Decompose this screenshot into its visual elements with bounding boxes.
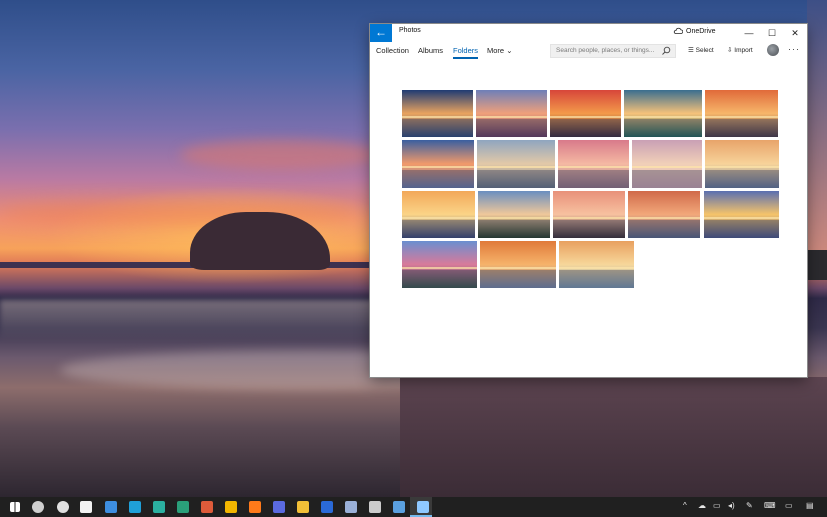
powershell-icon[interactable] — [321, 501, 333, 513]
maximize-icon: ☐ — [767, 28, 777, 38]
photo-thumbnail[interactable] — [550, 90, 621, 137]
tab-more[interactable]: More ⌄ — [487, 46, 512, 55]
photo-thumbnail[interactable] — [402, 140, 474, 188]
photo-thumbnail[interactable] — [705, 90, 778, 137]
back-button[interactable]: ← — [370, 24, 392, 42]
onedrive-status[interactable]: OneDrive — [673, 27, 716, 35]
minimize-button[interactable]: — — [737, 25, 761, 41]
title-bar[interactable]: ← Photos OneDrive — ☐ ✕ — [370, 24, 807, 42]
firefox-nightly-icon[interactable] — [273, 501, 285, 513]
select-list-icon: ☰ — [688, 47, 694, 54]
tab-more-label: More — [487, 46, 505, 55]
photo-thumbnail[interactable] — [477, 140, 555, 188]
wallpaper-cloud — [180, 140, 380, 170]
photo-thumbnail[interactable] — [478, 191, 550, 238]
phone-icon[interactable] — [105, 501, 117, 513]
network-icon[interactable]: ▭ — [713, 501, 721, 510]
wallpaper-wave — [0, 300, 420, 340]
edge-dev-icon[interactable] — [177, 501, 189, 513]
select-label: Select — [695, 47, 714, 54]
photo-thumbnail[interactable] — [402, 191, 475, 238]
close-button[interactable]: ✕ — [783, 25, 807, 41]
notification-icon[interactable]: ▤ — [806, 501, 814, 510]
select-button[interactable]: ☰ Select — [688, 46, 714, 54]
back-arrow-icon: ← — [375, 25, 387, 39]
photo-thumbnail[interactable] — [553, 191, 625, 238]
photo-thumbnail[interactable] — [559, 241, 634, 288]
maximize-button[interactable]: ☐ — [760, 25, 784, 41]
chrome-icon[interactable] — [201, 501, 213, 513]
photo-thumbnail[interactable] — [624, 90, 702, 137]
task-view-icon[interactable] — [32, 501, 44, 513]
app-title: Photos — [399, 27, 421, 34]
import-button[interactable]: ⇩ Import — [727, 46, 753, 54]
tab-folders[interactable]: Folders — [453, 46, 479, 59]
photo-thumbnail[interactable] — [480, 241, 556, 288]
photos-icon[interactable] — [393, 501, 405, 513]
volume-icon[interactable]: ◂) — [728, 501, 735, 510]
search-placeholder: Search people, places, or things... — [556, 47, 655, 54]
notepad-icon[interactable] — [345, 501, 357, 513]
more-options-icon[interactable]: ··· — [788, 44, 800, 54]
windows-start-icon[interactable] — [10, 502, 20, 512]
import-icon: ⇩ — [727, 47, 733, 54]
photo-thumbnail[interactable] — [704, 191, 779, 238]
cloud-icon — [673, 27, 683, 34]
photo-thumbnail[interactable] — [476, 90, 547, 137]
tab-albums[interactable]: Albums — [418, 46, 443, 55]
photo-thumbnail[interactable] — [632, 140, 702, 188]
chevron-up-icon[interactable]: ^ — [683, 501, 687, 510]
onedrive-taskbar-icon[interactable] — [417, 501, 429, 513]
photo-thumbnail[interactable] — [402, 90, 473, 137]
import-label: Import — [734, 47, 753, 54]
keyboard-icon[interactable]: ⌨ — [764, 501, 776, 510]
photo-thumbnail[interactable] — [628, 191, 700, 238]
edge-icon[interactable] — [129, 501, 141, 513]
input-indicator-icon[interactable]: ▭ — [785, 501, 793, 510]
chevron-down-icon: ⌄ — [506, 46, 513, 55]
avatar[interactable] — [767, 44, 779, 56]
file-explorer-icon[interactable] — [297, 501, 309, 513]
edge-beta-icon[interactable] — [153, 501, 165, 513]
photos-app-window: ← Photos OneDrive — ☐ ✕ Collection Album… — [370, 24, 807, 377]
terminal-icon[interactable] — [369, 501, 381, 513]
tab-collection[interactable]: Collection — [376, 46, 409, 55]
pen-icon[interactable]: ✎ — [746, 501, 753, 510]
photo-thumbnail[interactable] — [705, 140, 779, 188]
photo-thumbnail[interactable] — [558, 140, 629, 188]
chrome-canary-icon[interactable] — [225, 501, 237, 513]
onedrive-label: OneDrive — [686, 28, 716, 35]
photo-thumbnail[interactable] — [402, 241, 477, 288]
wallpaper-sand — [400, 377, 827, 497]
firefox-icon[interactable] — [249, 501, 261, 513]
search-box[interactable]: Search people, places, or things... — [550, 44, 676, 58]
taskbar: ^ ☁ ▭ ◂) ✎ ⌨ ▭ ▤ — [0, 497, 827, 517]
onedrive-tray-icon[interactable]: ☁ — [698, 501, 706, 510]
wallpaper-sky — [807, 0, 827, 260]
search-icon[interactable] — [661, 46, 671, 56]
wallpaper-trees — [807, 250, 827, 280]
minimize-icon: — — [744, 28, 754, 38]
store-icon[interactable] — [80, 501, 92, 513]
navigation-bar: Collection Albums Folders More ⌄ Search … — [370, 42, 807, 62]
settings-icon[interactable] — [57, 501, 69, 513]
close-icon: ✕ — [791, 28, 799, 38]
